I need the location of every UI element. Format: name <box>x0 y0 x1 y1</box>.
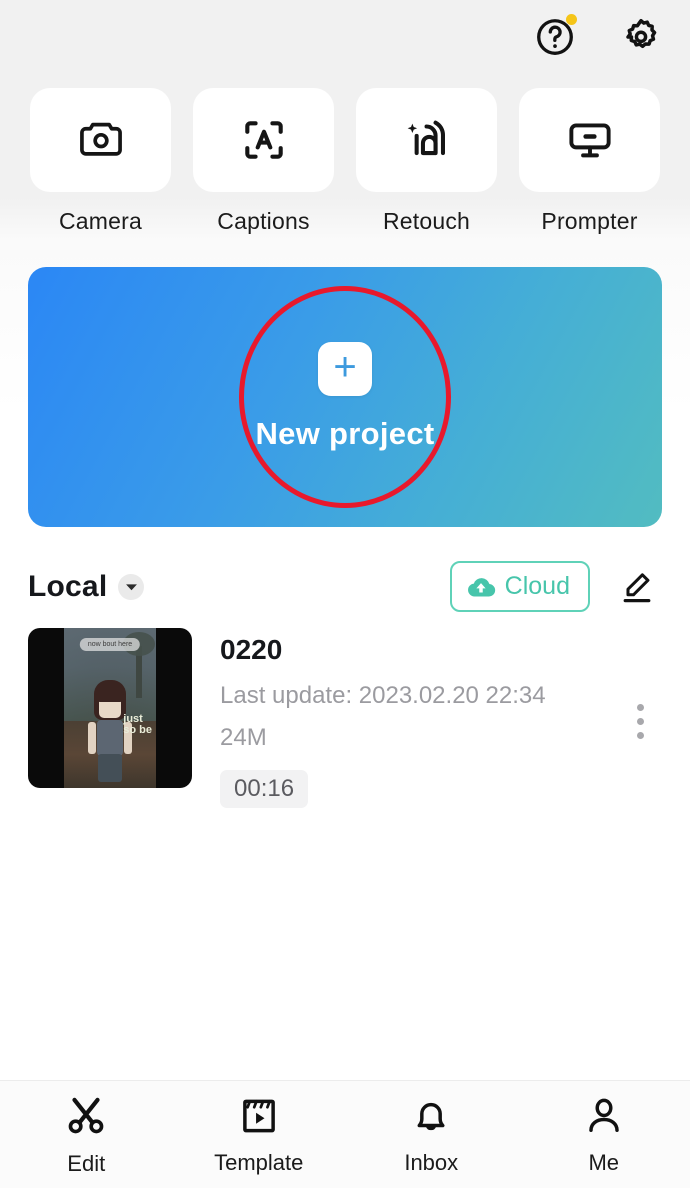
thumbnail-sticker: just so be <box>123 714 152 736</box>
quick-action-prompter-tile[interactable] <box>519 88 660 192</box>
quick-actions-row: Camera Captions Retouch Prompter <box>0 74 690 235</box>
help-button[interactable] <box>530 12 580 62</box>
character-arm-left <box>88 722 96 754</box>
cloud-button-label: Cloud <box>504 572 570 600</box>
nav-item-template-label: Template <box>214 1149 304 1175</box>
nav-item-inbox-label: Inbox <box>404 1149 459 1175</box>
retouch-face-icon <box>407 120 445 156</box>
cloud-button[interactable]: Cloud <box>449 561 590 612</box>
top-section: Camera Captions Retouch Prompter <box>0 0 690 241</box>
edit-projects-button[interactable] <box>612 562 662 612</box>
cloud-upload-icon <box>467 577 495 596</box>
project-info: 0220 Last update: 2023.02.20 22:34 24M 0… <box>192 628 618 808</box>
bell-icon <box>417 1102 445 1130</box>
scissors-icon <box>68 1097 104 1133</box>
project-more-button[interactable] <box>618 686 662 756</box>
quick-action-retouch-label: Retouch <box>382 208 471 234</box>
project-list-item[interactable]: now bout here just so be 0220 Last updat… <box>28 628 662 808</box>
camera-icon <box>79 122 122 156</box>
nav-item-inbox[interactable]: Inbox <box>345 1094 518 1176</box>
quick-action-camera-label: Camera <box>58 208 142 234</box>
nav-item-template[interactable]: Template <box>173 1094 346 1176</box>
quick-action-retouch[interactable]: Retouch <box>356 88 497 235</box>
thumbnail-image: now bout here just so be <box>64 628 156 788</box>
quick-action-prompter-label: Prompter <box>541 208 638 234</box>
thumbnail-sticker-line2: so be <box>123 724 152 736</box>
help-notification-dot <box>566 14 577 25</box>
character-legs <box>98 754 122 782</box>
annotation-ellipse-highlight <box>239 286 451 508</box>
gear-icon <box>626 18 657 49</box>
quick-action-captions-tile[interactable] <box>193 88 334 192</box>
more-dot-2 <box>636 717 644 725</box>
nav-item-edit[interactable]: Edit <box>0 1093 173 1177</box>
character-torso <box>97 720 123 756</box>
plus-icon: + <box>333 345 357 389</box>
thumbnail-tree <box>123 632 155 698</box>
project-duration-badge: 00:16 <box>220 770 309 808</box>
quick-action-camera-tile[interactable] <box>30 88 171 192</box>
quick-action-camera[interactable]: Camera <box>30 88 171 235</box>
new-project-label: New project <box>255 416 435 451</box>
new-project-banner[interactable]: + New project <box>28 267 662 527</box>
auto-captions-icon <box>244 121 283 159</box>
person-icon <box>588 1098 619 1132</box>
more-dot-1 <box>636 703 644 711</box>
project-list: now bout here just so be 0220 Last updat… <box>0 612 690 808</box>
app-root: Camera Captions Retouch Prompter + New p… <box>0 0 690 1188</box>
quick-action-captions-label: Captions <box>217 208 310 234</box>
quick-action-retouch-tile[interactable] <box>356 88 497 192</box>
more-dot-3 <box>636 731 644 739</box>
header-bar <box>0 0 690 74</box>
quick-action-captions[interactable]: Captions <box>193 88 334 235</box>
content-filler <box>0 808 690 1080</box>
bottom-navigation: Edit Template Inbox Me <box>0 1080 690 1188</box>
nav-item-edit-label: Edit <box>67 1150 106 1176</box>
nav-item-me[interactable]: Me <box>518 1094 690 1176</box>
local-section-header: Local Cloud <box>0 527 690 612</box>
new-project-section: + New project <box>0 241 690 527</box>
settings-button[interactable] <box>616 12 666 62</box>
project-title: 0220 <box>220 634 283 665</box>
clapperboard-play-icon <box>242 1099 275 1132</box>
storage-dropdown-button[interactable] <box>118 573 145 600</box>
project-size: 24M <box>220 724 267 751</box>
thumbnail-caption-bubble: now bout here <box>79 638 141 651</box>
project-last-update: Last update: 2023.02.20 22:34 <box>220 682 546 709</box>
project-thumbnail[interactable]: now bout here just so be <box>28 628 192 788</box>
section-title-local[interactable]: Local <box>28 570 107 604</box>
pencil-edit-icon <box>623 572 651 602</box>
quick-action-prompter[interactable]: Prompter <box>519 88 660 235</box>
teleprompter-icon <box>568 123 611 158</box>
chevron-down-icon <box>125 583 137 590</box>
character-bangs <box>96 692 124 702</box>
nav-item-me-label: Me <box>588 1149 620 1175</box>
new-project-plus-tile[interactable]: + <box>318 342 372 396</box>
